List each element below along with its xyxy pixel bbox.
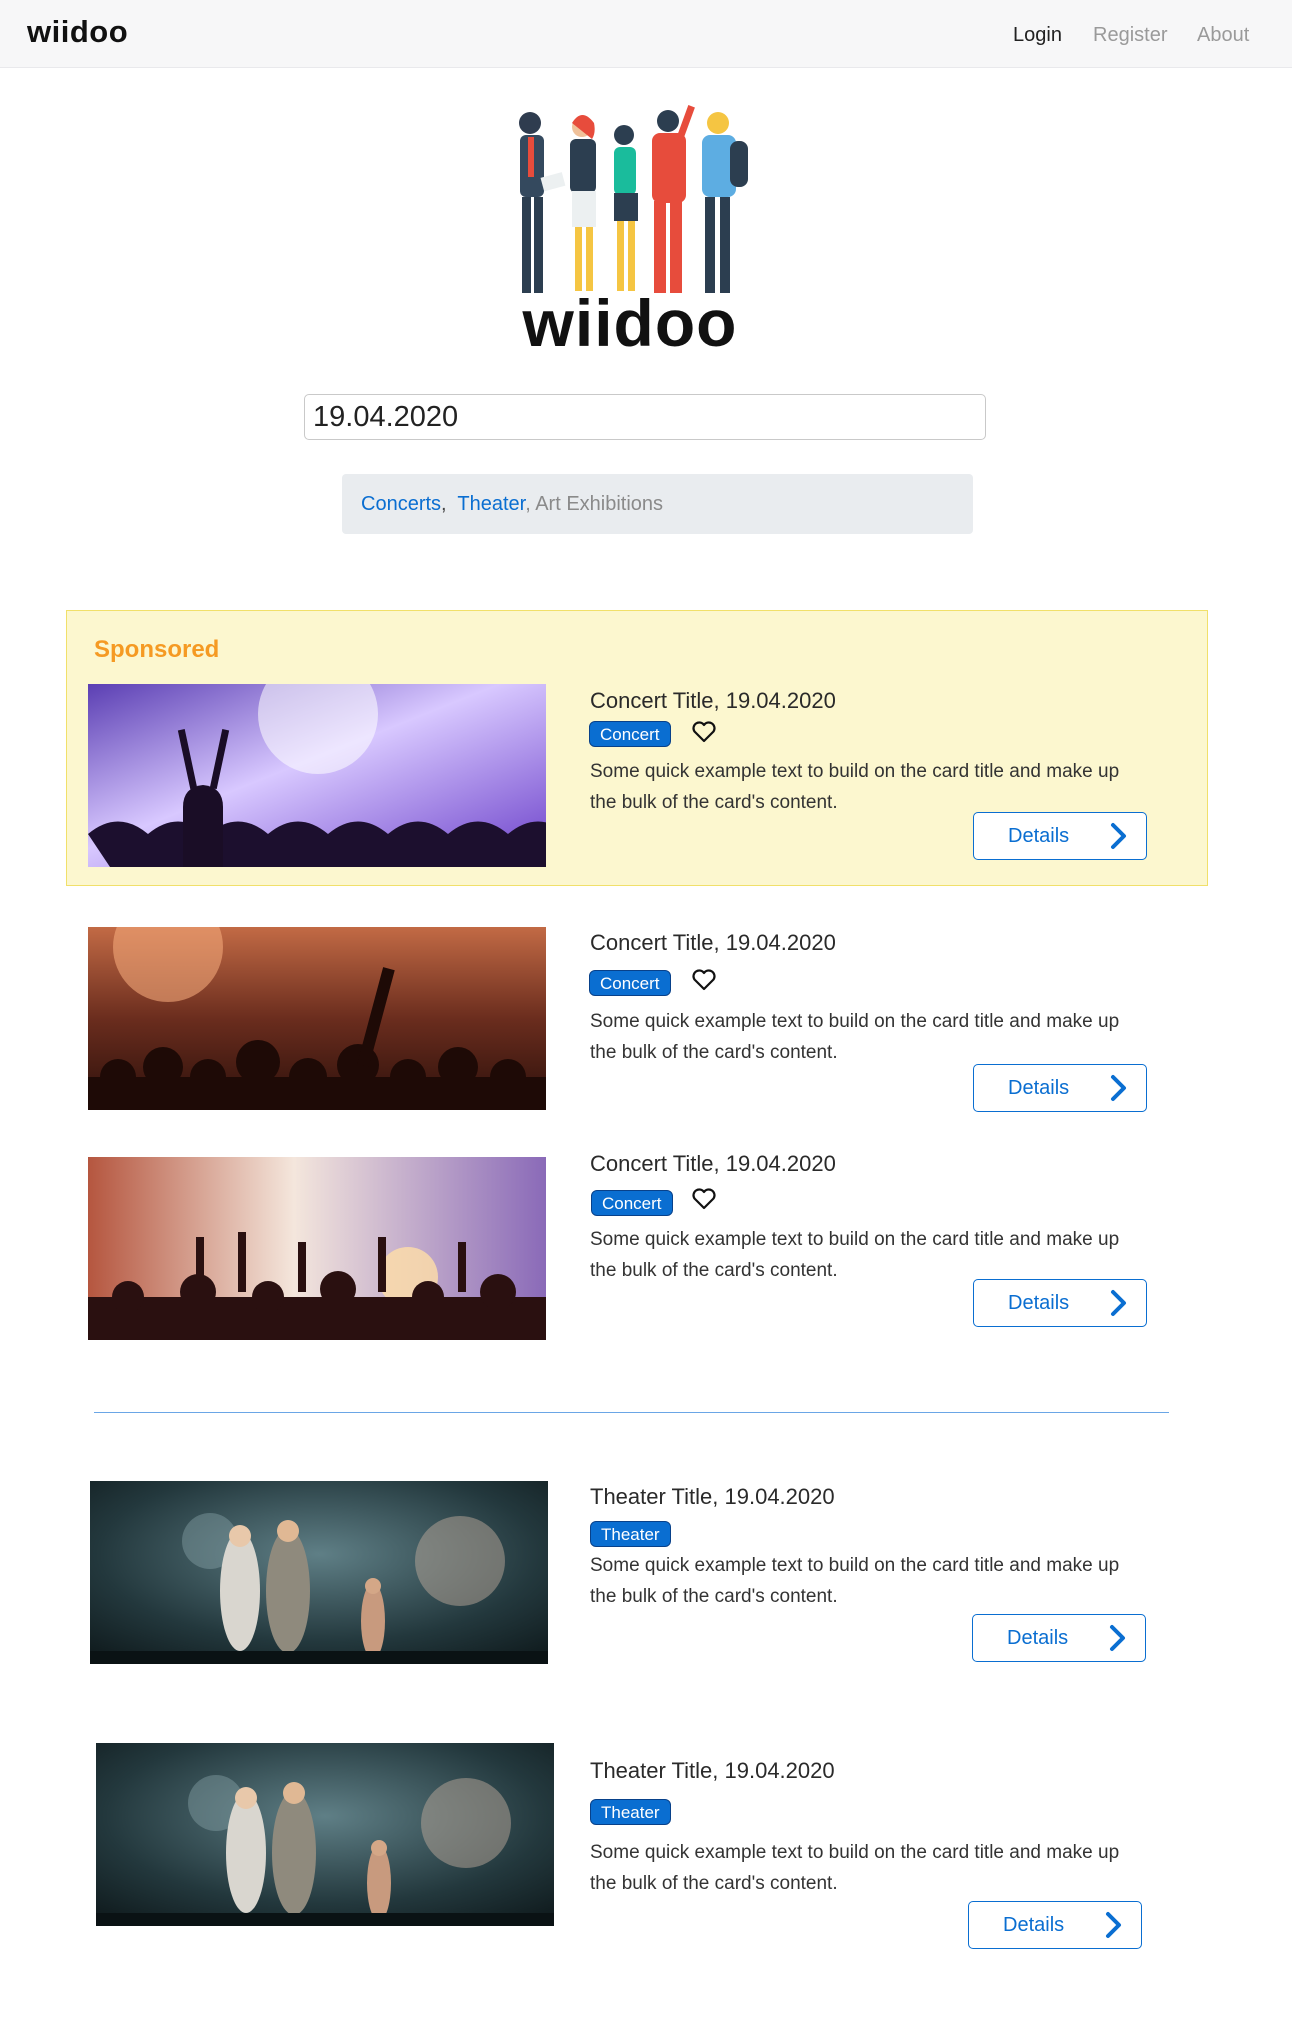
filter-separator: ,: [441, 493, 447, 515]
card-title: Theater Title, 19.04.2020: [590, 1758, 835, 1783]
category-badge: Concert: [591, 1190, 673, 1216]
card-description-line: Some quick example text to build on the …: [590, 1555, 1120, 1576]
category-badge: Theater: [590, 1799, 671, 1825]
chevron-right-icon: [1110, 1625, 1125, 1651]
card-description: Some quick example text to build on the …: [590, 756, 1190, 818]
event-image[interactable]: [88, 927, 546, 1110]
category-badge: Concert: [589, 721, 671, 747]
heart-outline-icon[interactable]: [691, 968, 717, 992]
card-title: Concert Title, 19.04.2020: [590, 688, 836, 713]
details-button-label: Details: [1008, 825, 1070, 847]
details-button-label: Details: [1007, 1627, 1069, 1649]
card-description-line: Some quick example text to build on the …: [590, 1842, 1120, 1863]
heart-outline-icon[interactable]: [691, 720, 717, 744]
details-button-label: Details: [1008, 1292, 1070, 1314]
chevron-right-icon: [1106, 1912, 1121, 1938]
details-button-label: Details: [1003, 1914, 1065, 1936]
chevron-right-icon: [1111, 1290, 1126, 1316]
card-description: Some quick example text to build on the …: [590, 1006, 1190, 1068]
about-link[interactable]: About: [1197, 24, 1249, 47]
card-description: Some quick example text to build on the …: [590, 1550, 1190, 1612]
heart-outline-icon[interactable]: [691, 1187, 717, 1211]
card-description-line: Some quick example text to build on the …: [590, 1229, 1120, 1250]
card-description-line: the bulk of the card's content.: [590, 1873, 838, 1894]
card-title: Concert Title, 19.04.2020: [590, 930, 836, 955]
category-filter: Concerts, Theater, Art Exhibitions: [342, 474, 973, 534]
hero-logo: wiidoo: [490, 105, 780, 360]
chevron-right-icon: [1111, 823, 1126, 849]
card-title: Theater Title, 19.04.2020: [590, 1484, 835, 1509]
details-button-label: Details: [1008, 1077, 1070, 1099]
card-description-line: Some quick example text to build on the …: [590, 1011, 1120, 1032]
details-button[interactable]: Details: [972, 1614, 1146, 1662]
card-description: Some quick example text to build on the …: [590, 1224, 1190, 1286]
date-input[interactable]: [304, 394, 986, 440]
event-image[interactable]: [88, 1157, 546, 1340]
top-navbar: wiidoo Login Register About: [0, 0, 1292, 68]
register-link[interactable]: Register: [1093, 24, 1167, 47]
card-description-line: the bulk of the card's content.: [590, 1586, 838, 1607]
card-title: Concert Title, 19.04.2020: [590, 1151, 836, 1176]
details-button[interactable]: Details: [973, 812, 1147, 860]
sponsored-label: Sponsored: [94, 636, 220, 663]
category-badge: Concert: [589, 970, 671, 996]
details-button[interactable]: Details: [973, 1279, 1147, 1327]
event-image[interactable]: [88, 684, 546, 867]
chevron-right-icon: [1111, 1075, 1126, 1101]
category-badge: Theater: [590, 1521, 671, 1547]
hero-wordmark: wiidoo: [522, 286, 738, 360]
filter-theater[interactable]: Theater: [457, 493, 525, 515]
card-description: Some quick example text to build on the …: [590, 1837, 1190, 1899]
login-link[interactable]: Login: [1013, 24, 1062, 47]
details-button[interactable]: Details: [968, 1901, 1142, 1949]
section-divider: [94, 1412, 1169, 1413]
people-illustration: [519, 105, 748, 293]
event-image[interactable]: [96, 1743, 554, 1926]
filter-art-exhibitions[interactable]: Art Exhibitions: [531, 493, 663, 515]
navbar-brand[interactable]: wiidoo: [27, 14, 128, 50]
card-description-line: Some quick example text to build on the …: [590, 761, 1120, 782]
event-image[interactable]: [90, 1481, 548, 1664]
details-button[interactable]: Details: [973, 1064, 1147, 1112]
filter-concerts[interactable]: Concerts: [361, 493, 441, 515]
